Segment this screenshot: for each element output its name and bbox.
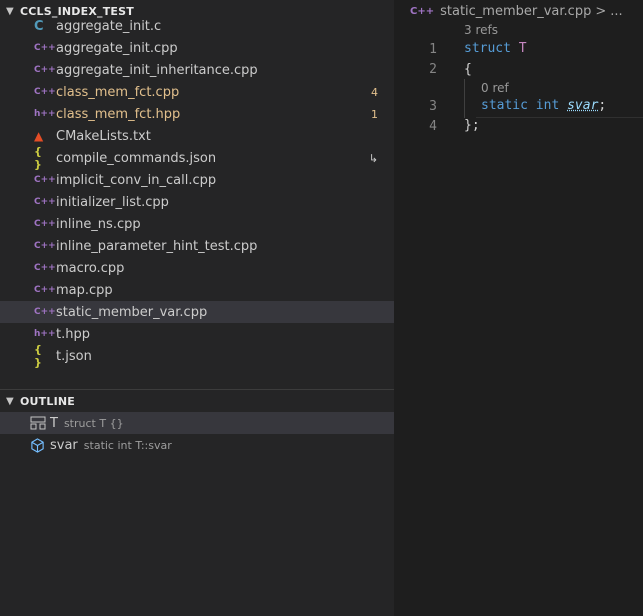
file-name: t.json [56,348,92,364]
file-name: compile_commands.json [56,150,217,166]
cpp-file-icon: C++ [410,5,435,17]
breadcrumb-file[interactable]: static_member_var.cpp [440,4,591,19]
outline-symbol-detail: struct T {} [63,416,124,430]
file-item[interactable]: h++ class_mem_fct.hpp 1 [0,103,394,125]
file-item[interactable]: h++ t.hpp [0,323,394,345]
cpp-file-icon: C++ [34,285,56,295]
file-name: implicit_conv_in_call.cpp [56,172,217,188]
codelens-refs[interactable]: 0 ref [481,81,509,95]
chevron-down-icon: ▼ [6,395,14,407]
field-icon [30,437,45,453]
punctuation: ; [598,98,607,113]
file-name: inline_parameter_hint_test.cpp [56,238,258,254]
cpp-file-icon: C++ [34,263,56,273]
outline-item[interactable]: Tstruct T {} [0,412,394,434]
code-line[interactable]: static int svar; [481,98,606,113]
indent-guide [464,79,465,118]
outline-symbol-name: svar [50,437,78,453]
file-status-badge: 4 [371,85,378,99]
file-name: t.hpp [56,326,90,342]
line-number: 2 [429,62,437,77]
variable: svar [567,98,599,113]
file-item[interactable]: { } t.json [0,343,394,369]
file-name: macro.cpp [56,260,125,276]
code-line[interactable]: }; [464,118,480,133]
cpp-file-icon: C++ [34,197,56,207]
file-status-badge: 1 [371,107,378,121]
line-number: 1 [429,42,437,57]
outline-item[interactable]: svar static int T::svar [0,434,394,456]
chevron-right-icon: > [595,3,607,19]
cpp-file-icon: C++ [34,219,56,229]
file-status-badge: ↳ [368,151,378,165]
cpp-file-icon: C++ [34,307,56,317]
hpp-file-icon: h++ [34,329,56,339]
hpp-file-icon: h++ [34,109,56,119]
cpp-file-icon: C++ [34,87,56,97]
cpp-file-icon: C++ [34,43,56,53]
struct-icon [30,416,46,430]
cpp-file-icon: C++ [34,65,56,75]
file-name: map.cpp [56,282,113,298]
breadcrumb: C++ static_member_var.cpp > ... [410,2,623,20]
keyword: struct [464,41,511,56]
file-name: inline_ns.cpp [56,216,141,232]
keyword: int [535,98,560,113]
outline-section-title: OUTLINE [20,394,76,408]
file-name: initializer_list.cpp [56,194,169,210]
json-icon: { } [34,343,42,369]
outline-symbol-name: T [50,415,58,431]
json-icon: { } [34,145,42,171]
current-line-highlight [476,117,643,118]
file-name: class_mem_fct.cpp [56,84,180,100]
file-name: aggregate_init_inheritance.cpp [56,62,258,78]
cpp-file-icon: C++ [34,175,56,185]
file-item[interactable]: C++ aggregate_init_inheritance.cpp [0,59,394,81]
outline-section-header[interactable]: ▼ OUTLINE [0,390,394,412]
file-item[interactable]: C++ inline_ns.cpp [0,213,394,235]
file-name: CMakeLists.txt [56,128,151,144]
file-item[interactable]: C++ map.cpp [0,279,394,301]
c-file-icon: C [34,18,44,34]
file-name: class_mem_fct.hpp [56,106,181,122]
file-item[interactable]: C++ macro.cpp [0,257,394,279]
file-item[interactable]: { } compile_commands.json ↳ [0,145,394,171]
file-name: aggregate_init.c [56,18,162,34]
codelens-refs[interactable]: 3 refs [464,23,498,37]
breadcrumb-more[interactable]: ... [610,4,622,19]
code-line[interactable]: { [464,62,472,77]
file-item[interactable]: C++ inline_parameter_hint_test.cpp [0,235,394,257]
file-item[interactable]: C++ initializer_list.cpp [0,191,394,213]
outline-symbol-detail: static int T::svar [83,438,172,452]
editor-pane: C++ static_member_var.cpp > ... 3 refs 1… [394,0,643,616]
file-item[interactable]: C++ implicit_conv_in_call.cpp [0,169,394,191]
explorer-sidebar: ▼ CCLS_INDEX_TEST Caggregate_init.c C++ ag… [0,0,394,616]
file-name: aggregate_init.cpp [56,40,178,56]
file-item[interactable]: C++ aggregate_init.cpp [0,37,394,59]
file-item[interactable]: C++ class_mem_fct.cpp 4 [0,81,394,103]
file-item[interactable]: C++ static_member_var.cpp [0,301,394,323]
file-name: static_member_var.cpp [56,304,208,320]
cpp-file-icon: C++ [34,241,56,251]
type-name: T [518,41,527,56]
line-number: 3 [429,99,437,114]
cmake-icon: ▲ [34,129,44,143]
code-line[interactable]: struct T [464,41,527,56]
file-item[interactable]: ▲ CMakeLists.txt [0,125,394,147]
keyword: static [481,98,528,113]
file-item[interactable]: Caggregate_init.c [0,15,394,37]
line-number: 4 [429,119,437,134]
